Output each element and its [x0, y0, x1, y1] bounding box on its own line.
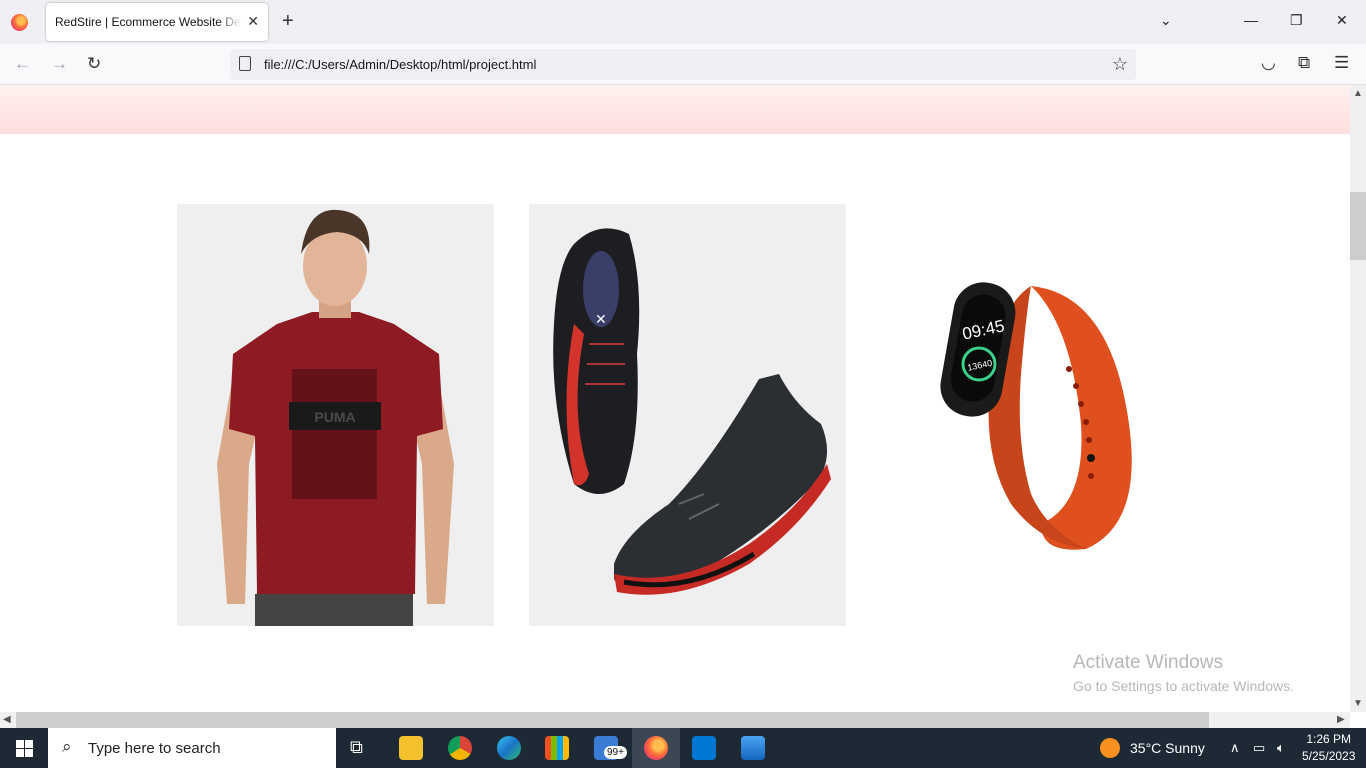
mail-badge: 99+	[604, 746, 627, 759]
show-hidden-icons-icon[interactable]: ∧	[1230, 740, 1240, 756]
chrome-icon[interactable]	[448, 736, 472, 760]
tab-title: RedStire | Ecommerce Website Design	[55, 15, 241, 29]
vertical-scrollbar[interactable]	[1350, 85, 1366, 712]
mail-icon[interactable]: 99+	[594, 736, 627, 760]
product-image-sneakers[interactable]: ✕	[529, 204, 846, 626]
svg-text:PUMA: PUMA	[314, 409, 355, 425]
sneakers-illustration: ✕	[529, 204, 846, 626]
weather-sun-icon[interactable]	[1100, 738, 1120, 758]
activate-windows-title: Activate Windows	[1073, 652, 1223, 673]
close-window-button[interactable]: ✕	[1336, 12, 1348, 29]
volume-icon[interactable]: 🔈︎	[1277, 740, 1285, 756]
smart-band-illustration: 09:45 13640	[881, 204, 1198, 626]
firefox-icon[interactable]	[644, 736, 668, 760]
windows-taskbar: ⌕ Type here to search ⧉ 99+ 35°C Sunny ∧…	[0, 728, 1366, 768]
tab-close-icon[interactable]: ✕	[247, 14, 259, 28]
edge-icon[interactable]	[497, 736, 521, 760]
new-tab-button[interactable]: +	[282, 11, 294, 31]
clock-date: 5/25/2023	[1302, 749, 1356, 763]
minimize-button[interactable]: —	[1244, 12, 1258, 28]
task-view-icon[interactable]: ⧉	[350, 737, 363, 758]
browser-nav-bar: ← → ↻ file:///C:/Users/Admin/Desktop/htm…	[0, 44, 1366, 85]
scroll-left-arrow-icon[interactable]: ◀	[3, 714, 11, 725]
vscode-icon[interactable]	[692, 736, 716, 760]
file-explorer-icon[interactable]	[399, 736, 423, 760]
page-viewport: PUMA ✕ 09:45 13640	[0, 85, 1350, 712]
list-all-tabs-icon[interactable]: ⌄	[1160, 12, 1172, 29]
microsoft-store-icon[interactable]	[545, 736, 569, 760]
search-icon: ⌕	[62, 737, 72, 756]
svg-text:✕: ✕	[595, 311, 607, 327]
browser-tab-bar: RedStire | Ecommerce Website Design ✕ + …	[0, 0, 1366, 44]
bookmark-star-icon[interactable]: ☆	[1112, 54, 1128, 75]
weather-text[interactable]: 35°C Sunny	[1130, 740, 1205, 756]
search-placeholder: Type here to search	[88, 740, 221, 757]
header-pink-band	[0, 85, 1350, 134]
taskbar-clock[interactable]: 1:26 PM 5/25/2023	[1302, 731, 1355, 765]
taskbar-search-box[interactable]: ⌕ Type here to search	[48, 728, 336, 768]
menu-icon[interactable]: ☰	[1334, 53, 1349, 73]
scroll-right-arrow-icon[interactable]: ▶	[1337, 714, 1345, 725]
scroll-down-arrow-icon[interactable]: ▼	[1353, 698, 1363, 709]
back-arrow-icon[interactable]: ←	[14, 54, 31, 74]
page-file-icon	[239, 56, 251, 71]
activate-windows-subtitle: Go to Settings to activate Windows.	[1073, 678, 1294, 694]
browser-tab-active[interactable]: RedStire | Ecommerce Website Design ✕	[46, 3, 268, 41]
forward-arrow-icon[interactable]: →	[51, 54, 68, 74]
firefox-logo-icon	[11, 14, 28, 31]
url-text[interactable]: file:///C:/Users/Admin/Desktop/html/proj…	[264, 57, 536, 72]
vertical-scroll-thumb[interactable]	[1350, 192, 1366, 260]
battery-icon[interactable]: ▭	[1253, 740, 1265, 756]
activate-windows-watermark: Activate Windows Go to Settings to activ…	[1073, 652, 1294, 694]
restore-button[interactable]: ❐	[1290, 12, 1303, 29]
scroll-up-arrow-icon[interactable]: ▲	[1353, 88, 1363, 99]
clock-time: 1:26 PM	[1306, 732, 1352, 746]
pocket-icon[interactable]: ◡	[1261, 53, 1276, 73]
product-image-tshirt[interactable]: PUMA	[177, 204, 494, 626]
horizontal-scroll-thumb[interactable]	[16, 712, 1209, 728]
reload-icon[interactable]: ↻	[87, 54, 101, 74]
tshirt-illustration: PUMA	[177, 204, 494, 626]
url-bar[interactable]: file:///C:/Users/Admin/Desktop/html/proj…	[230, 49, 1136, 80]
windows-start-icon[interactable]	[16, 740, 33, 757]
extensions-icon[interactable]: ⧉	[1298, 53, 1310, 73]
photos-icon[interactable]	[741, 736, 765, 760]
product-image-smart-band[interactable]: 09:45 13640	[881, 204, 1198, 626]
